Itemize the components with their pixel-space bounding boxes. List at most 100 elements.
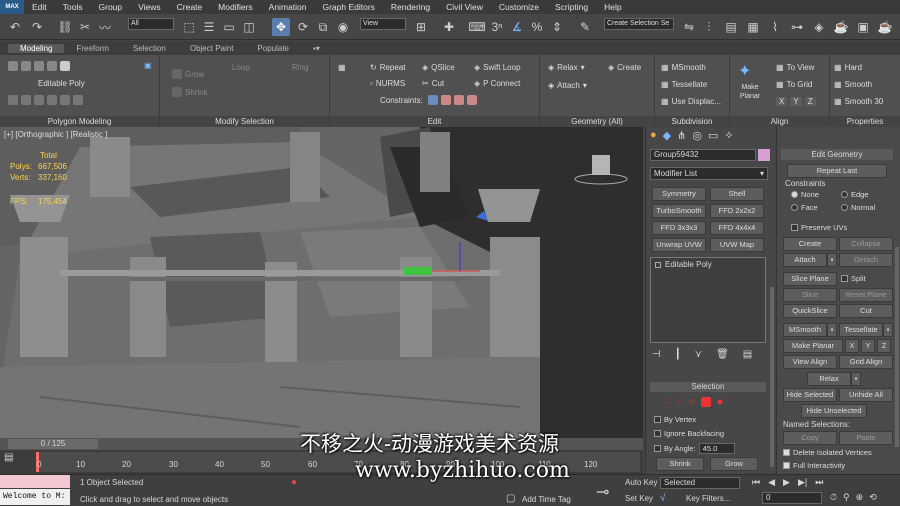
link-icon[interactable]: ⛓ bbox=[56, 18, 74, 36]
slice-button[interactable]: Slice bbox=[783, 288, 837, 302]
ffd4-button[interactable]: FFD 4x4x4 bbox=[710, 221, 764, 235]
constraint-edge-radio[interactable]: Edge bbox=[841, 190, 869, 199]
rendered-frame-icon[interactable]: ▣ bbox=[854, 18, 872, 36]
utilities-tab-icon[interactable]: ✧ bbox=[724, 129, 733, 142]
view-align-button[interactable]: View Align bbox=[783, 355, 837, 369]
hard-button[interactable]: ▦ Hard bbox=[834, 63, 862, 72]
modify-selection-label[interactable]: Modify Selection bbox=[160, 116, 329, 127]
paste-button[interactable]: Paste bbox=[839, 431, 893, 445]
align-xyz-buttons[interactable]: XYZ bbox=[776, 97, 816, 106]
motion-tab-icon[interactable]: ◎ bbox=[692, 129, 702, 142]
scale-icon[interactable]: ⧉ bbox=[314, 18, 332, 36]
attach-button[interactable]: Attach bbox=[783, 253, 827, 267]
menu-animation[interactable]: Animation bbox=[261, 2, 315, 12]
to-grid-button[interactable]: ▦ To Grid bbox=[776, 80, 812, 89]
key-icon[interactable]: ⊸ bbox=[596, 482, 609, 502]
tab-modeling[interactable]: Modeling bbox=[8, 43, 65, 53]
by-vertex-checkbox[interactable]: By Vertex bbox=[654, 415, 696, 424]
qslice-button[interactable]: ◈ QSlice bbox=[422, 63, 455, 72]
toggle-ribbon-icon[interactable]: ▦ bbox=[744, 18, 762, 36]
tab-populate[interactable]: Populate bbox=[245, 44, 301, 53]
constraint-buttons[interactable] bbox=[428, 95, 477, 105]
edit-label[interactable]: Edit bbox=[330, 116, 539, 127]
play-icon[interactable]: ▶ bbox=[783, 477, 790, 488]
create-button[interactable]: Create bbox=[783, 237, 837, 251]
time-tag-icon[interactable]: ▢ bbox=[506, 493, 515, 504]
nurms-button[interactable]: ▫ NURMS bbox=[370, 79, 405, 88]
element-icon[interactable]: ◆ bbox=[717, 397, 723, 407]
planar-x-button[interactable]: X bbox=[845, 339, 859, 353]
p-connect-button[interactable]: ◈ P Connect bbox=[474, 79, 520, 88]
polygon-icon[interactable] bbox=[700, 397, 711, 407]
zoom-icon[interactable]: ⚲ bbox=[843, 492, 850, 503]
key-mode-select[interactable]: Selected bbox=[660, 477, 740, 489]
msmooth-settings-button[interactable]: ▪ bbox=[827, 323, 837, 337]
polygon-modeling-label[interactable]: Polygon Modeling bbox=[0, 116, 159, 127]
maxscript-listener[interactable]: Welcome to M: bbox=[0, 489, 70, 505]
subobject-icons[interactable] bbox=[8, 61, 70, 71]
add-time-tag[interactable]: Add Time Tag bbox=[522, 495, 571, 504]
unwrap-uvw-button[interactable]: Unwrap UVW bbox=[652, 238, 706, 252]
make-planar-button[interactable]: Make Planar bbox=[783, 339, 843, 353]
ignore-backfacing-checkbox[interactable]: Ignore Backfacing bbox=[654, 429, 724, 438]
delete-isolated-checkbox[interactable]: Delete Isolated Vertices bbox=[783, 448, 872, 457]
lock-selection-icon[interactable]: ● bbox=[291, 477, 297, 488]
prev-frame-icon[interactable]: ◀ bbox=[768, 477, 775, 488]
manipulate-icon[interactable]: ✚ bbox=[440, 18, 458, 36]
planar-y-button[interactable]: Y bbox=[861, 339, 875, 353]
shrink-button[interactable]: Shrink bbox=[172, 87, 208, 97]
select-and-move-icon[interactable]: ✥ bbox=[272, 18, 290, 36]
menu-group[interactable]: Group bbox=[91, 2, 131, 12]
unhide-all-button[interactable]: Unhide All bbox=[839, 388, 893, 402]
symmetry-button[interactable]: Symmetry bbox=[652, 187, 706, 201]
rotate-icon[interactable]: ⟳ bbox=[294, 18, 312, 36]
tessellate-button[interactable]: ▦ Tessellate bbox=[661, 80, 707, 89]
relax-settings-button[interactable]: ▪ bbox=[851, 372, 861, 386]
next-frame-icon[interactable]: ▶| bbox=[798, 477, 807, 488]
menu-graph-editors[interactable]: Graph Editors bbox=[314, 2, 382, 12]
viewport[interactable] bbox=[0, 127, 643, 438]
percent-snap-icon[interactable]: % bbox=[528, 18, 546, 36]
redo-icon[interactable]: ↷ bbox=[28, 18, 46, 36]
smooth-button[interactable]: ▦ Smooth bbox=[834, 80, 872, 89]
align-label[interactable]: Align bbox=[730, 116, 829, 127]
attach-settings-button[interactable]: ▪ bbox=[827, 253, 837, 267]
detach-button[interactable]: Detach bbox=[839, 253, 893, 267]
border-icon[interactable]: ◇ bbox=[689, 397, 695, 407]
align-icon[interactable]: ⫶ bbox=[700, 18, 718, 36]
command-panel-scrollbar[interactable] bbox=[770, 287, 774, 467]
copy-button[interactable]: Copy bbox=[783, 431, 837, 445]
display-tab-icon[interactable]: ▭ bbox=[708, 129, 718, 142]
material-editor-icon[interactable]: ◈ bbox=[810, 18, 828, 36]
edge-icon[interactable]: ⟋ bbox=[677, 397, 683, 407]
quickslice-button[interactable]: QuickSlice bbox=[783, 304, 837, 318]
relax-button[interactable]: Relax bbox=[807, 372, 851, 386]
menu-modifiers[interactable]: Modifiers bbox=[210, 2, 260, 12]
grow-button[interactable]: Grow bbox=[172, 69, 204, 79]
menu-help[interactable]: Help bbox=[596, 2, 629, 12]
go-to-start-icon[interactable]: ⏮ bbox=[752, 477, 760, 488]
rectangle-selection-icon[interactable]: ▭ bbox=[220, 18, 238, 36]
selection-filter-select[interactable]: All bbox=[128, 18, 174, 30]
cut-button[interactable]: Cut bbox=[839, 304, 893, 318]
pin-stack-icon[interactable]: ⊣ bbox=[652, 349, 661, 360]
viewport-label[interactable]: [+] [Orthographic ] [Realistic ] bbox=[4, 130, 107, 139]
to-view-button[interactable]: ▦ To View bbox=[776, 63, 814, 72]
make-planar-button[interactable]: Make Planar bbox=[734, 83, 766, 101]
zoom-all-icon[interactable]: ⊕ bbox=[856, 492, 864, 503]
msmooth-button[interactable]: ▦ MSmooth bbox=[661, 63, 706, 72]
pin-stack-icon[interactable]: ▣ bbox=[144, 61, 152, 70]
keyboard-shortcut-icon[interactable]: ⌨ bbox=[468, 18, 486, 36]
select-by-name-icon[interactable]: ☰ bbox=[200, 18, 218, 36]
render-setup-icon[interactable]: ☕ bbox=[832, 18, 850, 36]
create-button[interactable]: ◈ Create bbox=[608, 63, 641, 72]
unlink-icon[interactable]: ✂ bbox=[76, 18, 94, 36]
preserve-uvs-checkbox[interactable]: Preserve UVs bbox=[791, 223, 847, 232]
modify-tab-icon[interactable]: ◆ bbox=[663, 129, 671, 142]
mirror-icon[interactable]: ⇋ bbox=[680, 18, 698, 36]
go-to-end-icon[interactable]: ⏭ bbox=[815, 477, 823, 488]
subdivision-label[interactable]: Subdivision bbox=[655, 116, 729, 127]
app-logo[interactable]: MAX bbox=[0, 0, 24, 14]
curve-editor-icon[interactable]: ⌇ bbox=[766, 18, 784, 36]
ffd3-button[interactable]: FFD 3x3x3 bbox=[652, 221, 706, 235]
